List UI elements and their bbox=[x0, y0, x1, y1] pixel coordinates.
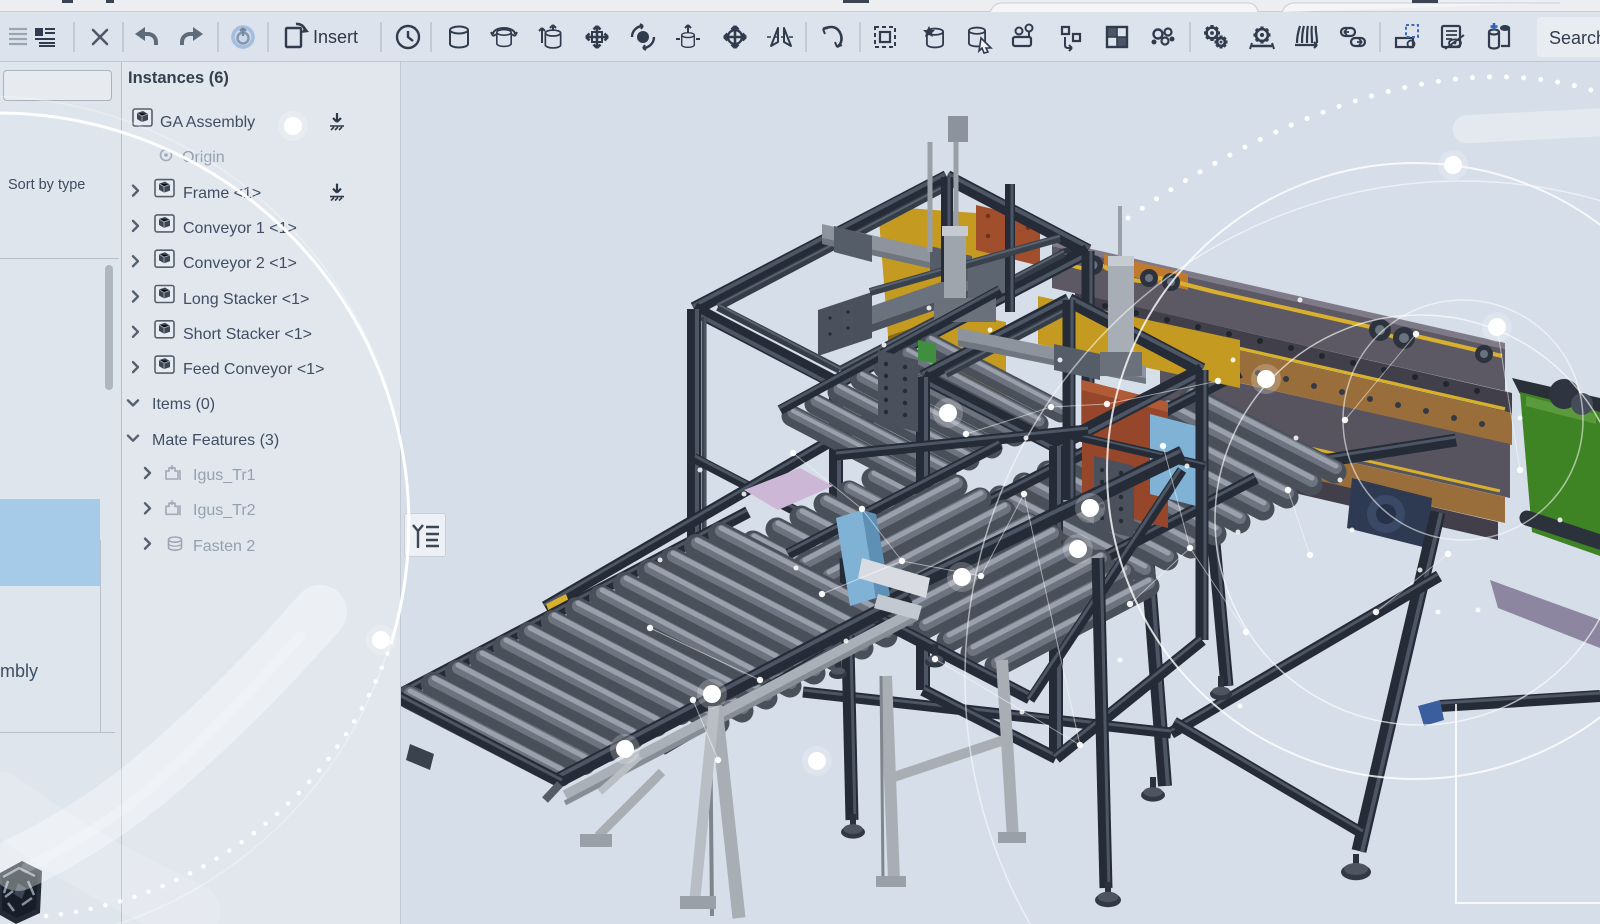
svg-text:Items (0): Items (0) bbox=[152, 396, 215, 413]
svg-text:Instances (6): Instances (6) bbox=[128, 69, 229, 87]
svg-text:Mate Features (3): Mate Features (3) bbox=[152, 432, 279, 449]
svg-text:Fasten 2: Fasten 2 bbox=[193, 538, 255, 555]
svg-text:GA Assembly: GA Assembly bbox=[160, 114, 255, 131]
svg-text:Conveyor 2 <1>: Conveyor 2 <1> bbox=[183, 255, 297, 272]
svg-text:Feed Conveyor <1>: Feed Conveyor <1> bbox=[183, 361, 324, 378]
svg-text:Search: Search bbox=[1549, 28, 1600, 48]
svg-text:Short Stacker <1>: Short Stacker <1> bbox=[183, 326, 312, 343]
svg-text:Conveyor 1 <1>: Conveyor 1 <1> bbox=[183, 220, 297, 237]
svg-text:Igus_Tr1: Igus_Tr1 bbox=[193, 467, 256, 484]
svg-text:Long Stacker <1>: Long Stacker <1> bbox=[183, 291, 309, 308]
svg-text:Origin: Origin bbox=[182, 149, 225, 166]
svg-text:Frame <1>: Frame <1> bbox=[183, 185, 261, 202]
svg-text:Igus_Tr2: Igus_Tr2 bbox=[193, 502, 256, 519]
